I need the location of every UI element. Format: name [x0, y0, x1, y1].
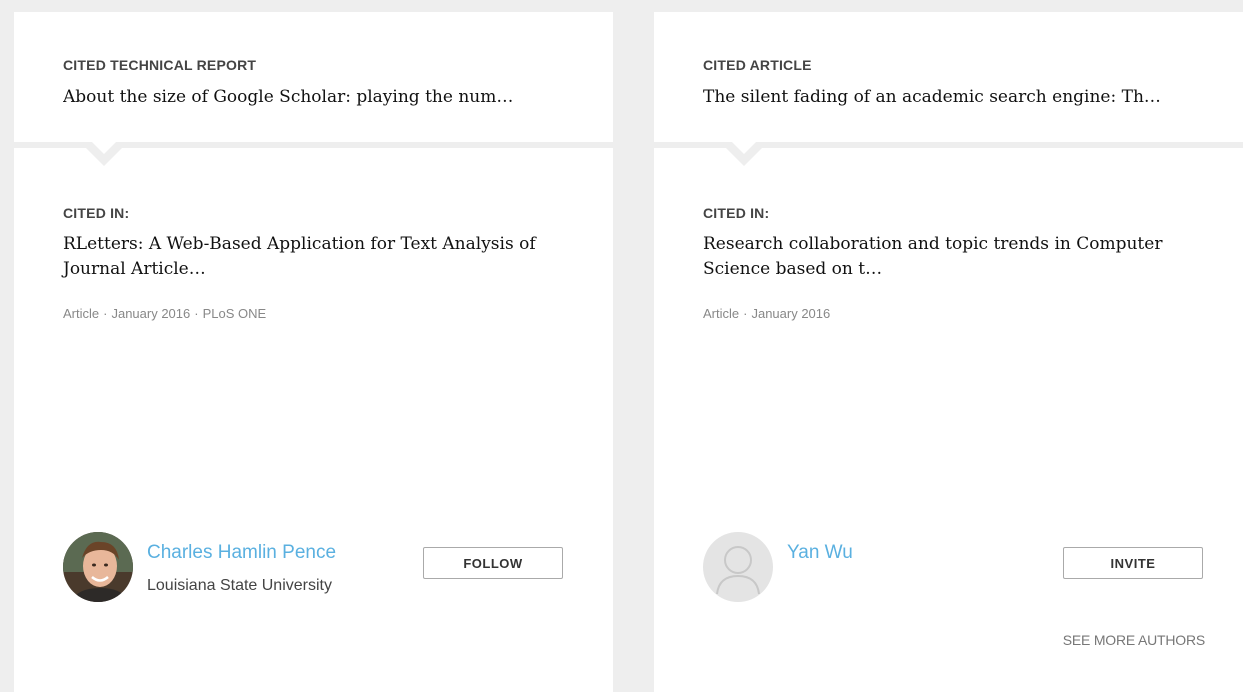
meta-type: Article: [63, 306, 100, 321]
cited-work-title[interactable]: The silent fading of an academic search …: [703, 87, 1223, 107]
cited-work-title[interactable]: About the size of Google Scholar: playin…: [63, 87, 583, 107]
meta-journal: PLoS ONE: [202, 306, 267, 321]
cited-in-label: CITED IN:: [703, 205, 770, 221]
citing-work-title[interactable]: Research collaboration and topic trends …: [703, 232, 1183, 282]
author-avatar[interactable]: [63, 532, 133, 602]
see-more-authors-link[interactable]: SEE MORE AUTHORS: [1059, 632, 1205, 648]
citation-card: CITED TECHNICAL REPORT About the size of…: [14, 12, 613, 692]
publication-meta: Article · January 2016 · PLoS ONE: [63, 306, 266, 321]
pointer-arrow: [720, 136, 768, 166]
follow-button[interactable]: FOLLOW: [423, 547, 563, 579]
cited-work-section: CITED ARTICLE The silent fading of an ac…: [654, 12, 1243, 148]
meta-type: Article: [703, 306, 740, 321]
invite-button[interactable]: INVITE: [1063, 547, 1203, 579]
author-affiliation: Louisiana State University: [147, 577, 332, 594]
citing-work-title[interactable]: RLetters: A Web-Based Application for Te…: [63, 232, 543, 282]
pointer-arrow: [80, 136, 128, 166]
cited-in-label: CITED IN:: [63, 205, 130, 221]
publication-meta: Article · January 2016: [703, 306, 830, 321]
meta-separator: ·: [743, 306, 748, 321]
meta-date: January 2016: [111, 306, 191, 321]
meta-separator: ·: [194, 306, 199, 321]
citation-card: CITED ARTICLE The silent fading of an ac…: [654, 12, 1243, 692]
meta-separator: ·: [103, 306, 108, 321]
author-name-link[interactable]: Yan Wu: [787, 542, 853, 564]
cited-type-label: CITED ARTICLE: [703, 57, 812, 73]
author-avatar-placeholder[interactable]: [703, 532, 773, 602]
meta-date: January 2016: [751, 306, 831, 321]
cited-type-label: CITED TECHNICAL REPORT: [63, 57, 257, 73]
cited-work-section: CITED TECHNICAL REPORT About the size of…: [14, 12, 613, 148]
author-name-link[interactable]: Charles Hamlin Pence: [147, 542, 336, 564]
